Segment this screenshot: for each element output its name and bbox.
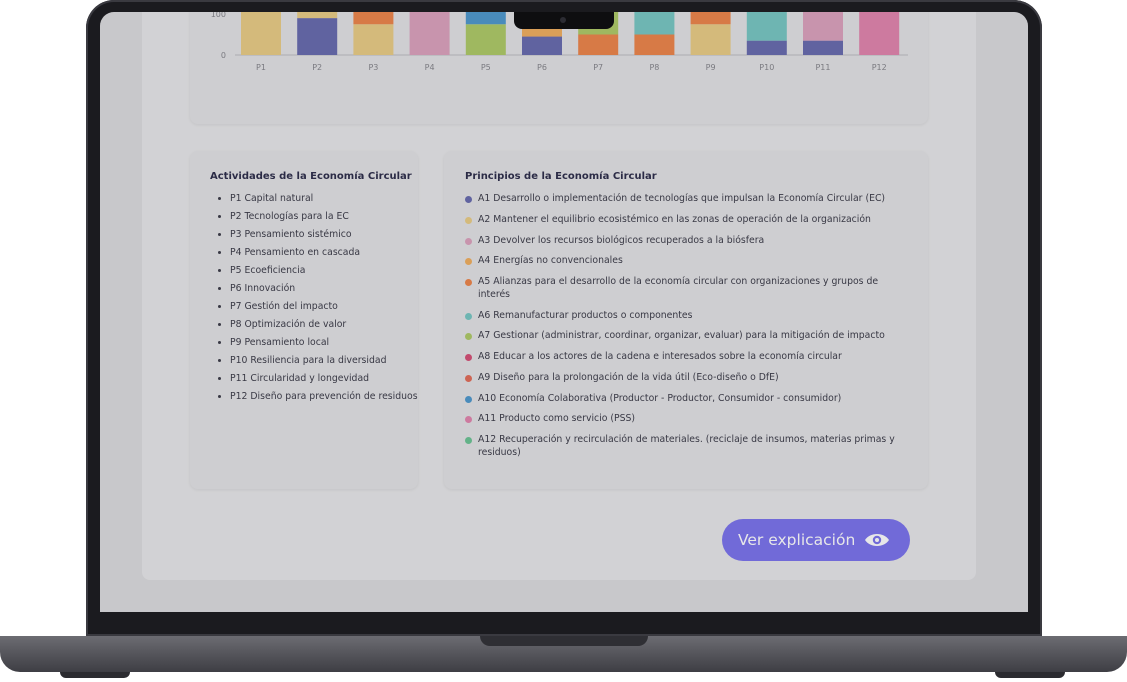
bar-segment bbox=[746, 12, 787, 41]
ver-explicacion-button[interactable]: Ver explicación bbox=[722, 519, 910, 561]
principle-item: A10 Economía Colaborativa (Productor - P… bbox=[465, 393, 908, 406]
activity-item: P4 Pensamiento en cascada bbox=[230, 247, 418, 259]
button-label: Ver explicación bbox=[738, 531, 856, 549]
activity-item: P3 Pensamiento sistémico bbox=[230, 229, 418, 241]
activity-item: P7 Gestión del impacto bbox=[230, 301, 418, 313]
principle-label: A9 Diseño para la prolongación de la vid… bbox=[478, 371, 779, 383]
x-tick-label: P10 bbox=[759, 63, 774, 72]
principle-label: A6 Remanufacturar productos o componente… bbox=[478, 309, 693, 321]
legend-dot bbox=[465, 374, 472, 382]
activity-item: P6 Innovación bbox=[230, 283, 418, 295]
bar-segment bbox=[297, 18, 338, 55]
legend-dot bbox=[465, 196, 472, 203]
principle-item: A5 Alianzas para el desarrollo de la eco… bbox=[465, 276, 908, 301]
principle-item: A2 Mantener el equilibrio ecosistémico e… bbox=[465, 214, 908, 227]
x-tick-label: P3 bbox=[368, 63, 378, 72]
bar-segment bbox=[634, 34, 675, 55]
camera-notch bbox=[514, 12, 614, 29]
bar-segment bbox=[241, 12, 281, 55]
principle-label: A12 Recuperación y recirculación de mate… bbox=[478, 434, 895, 458]
bar-segment bbox=[465, 12, 506, 25]
activity-item: P2 Tecnologías para la EC bbox=[230, 211, 418, 223]
y-tick-label: 100 bbox=[211, 12, 226, 19]
principle-label: A8 Educar a los actores de la cadena e i… bbox=[478, 351, 842, 363]
x-tick-label: P11 bbox=[815, 63, 830, 72]
x-tick-label: P7 bbox=[593, 63, 603, 72]
x-axis-labels: P1 P2 P3 P4 P5 P6 P7 P8 P9 P10 P11 P12 bbox=[256, 63, 887, 72]
eye-icon bbox=[865, 534, 890, 546]
bar-segment bbox=[409, 12, 450, 55]
principle-label: A5 Alianzas para el desarrollo de la eco… bbox=[478, 276, 879, 300]
principles-title: Principios de la Economía Circular bbox=[465, 171, 657, 182]
principle-item: A6 Remanufacturar productos o componente… bbox=[465, 310, 908, 323]
principles-card: Principios de la Economía Circular A1 De… bbox=[444, 151, 928, 489]
activity-item: P5 Ecoeficiencia bbox=[230, 265, 418, 277]
principle-item: A4 Energías no convencionales bbox=[465, 255, 908, 268]
bar-segment bbox=[522, 36, 562, 55]
legend-dot bbox=[465, 258, 472, 266]
principle-item: A12 Recuperación y recirculación de mate… bbox=[465, 434, 908, 459]
activity-item: P11 Circularidad y longevidad bbox=[230, 373, 418, 385]
bar-segment bbox=[353, 24, 394, 55]
bar-segment bbox=[578, 34, 619, 55]
principles-list: A1 Desarrollo o implementación de tecnol… bbox=[465, 193, 908, 459]
y-tick-label: 0 bbox=[221, 51, 226, 60]
x-tick-label: P9 bbox=[706, 63, 716, 72]
activity-item: P12 Diseño para prevención de residuos bbox=[230, 391, 418, 403]
principle-item: A8 Educar a los actores de la cadena e i… bbox=[465, 351, 908, 364]
bar-segment bbox=[803, 12, 843, 41]
x-tick-label: P4 bbox=[425, 63, 435, 72]
activity-item: P8 Optimización de valor bbox=[230, 319, 418, 331]
legend-dot bbox=[465, 279, 472, 287]
principle-item: A3 Devolver los recursos biológicos recu… bbox=[465, 235, 908, 248]
legend-dot bbox=[465, 416, 472, 424]
principle-label: A11 Producto como servicio (PSS) bbox=[478, 413, 636, 425]
bar-segment bbox=[746, 40, 787, 55]
legend-dot bbox=[465, 354, 472, 362]
activity-item: P9 Pensamiento local bbox=[230, 337, 418, 349]
principle-label: A10 Economía Colaborativa (Productor - P… bbox=[478, 392, 842, 404]
legend-dot bbox=[465, 333, 472, 341]
activity-item: P10 Resiliencia para la diversidad bbox=[230, 355, 418, 367]
activities-title: Actividades de la Economía Circular bbox=[210, 171, 412, 182]
x-tick-label: P12 bbox=[872, 63, 887, 72]
screen: 100 0 P1 P2 P3 P4 P5 P6 P7 P8 P9 P10 P11 P12 Activi… bbox=[100, 12, 1028, 612]
bar-segment bbox=[690, 24, 731, 55]
x-tick-label: P2 bbox=[312, 63, 322, 72]
legend-dot bbox=[465, 437, 472, 445]
bar-segment bbox=[803, 40, 843, 55]
camera-icon bbox=[560, 17, 566, 23]
legend-dot bbox=[465, 395, 472, 403]
foot-left bbox=[60, 672, 130, 678]
principle-item: A11 Producto como servicio (PSS) bbox=[465, 413, 908, 426]
bar-segment bbox=[859, 12, 900, 55]
bar-segment bbox=[690, 12, 731, 25]
bar-segment bbox=[297, 12, 338, 19]
x-tick-label: P8 bbox=[649, 63, 659, 72]
principle-label: A3 Devolver los recursos biológicos recu… bbox=[478, 234, 765, 246]
x-tick-label: P6 bbox=[537, 63, 547, 72]
bar-segment bbox=[353, 12, 394, 25]
principle-label: A7 Gestionar (administrar, coordinar, or… bbox=[478, 330, 885, 342]
legend-dot bbox=[465, 237, 472, 245]
trackpad-notch bbox=[480, 636, 648, 646]
principle-label: A4 Energías no convencionales bbox=[478, 255, 623, 267]
bar-segment bbox=[465, 24, 506, 55]
foot-right bbox=[995, 672, 1065, 678]
principle-label: A1 Desarrollo o implementación de tecnol… bbox=[478, 193, 886, 204]
principle-label: A2 Mantener el equilibrio ecosistémico e… bbox=[478, 213, 871, 225]
principle-item: A9 Diseño para la prolongación de la vid… bbox=[465, 372, 908, 385]
activities-list: P1 Capital natural P2 Tecnologías para la… bbox=[210, 193, 418, 403]
legend-dot bbox=[465, 312, 472, 320]
x-tick-label: P5 bbox=[481, 63, 491, 72]
legend-dot bbox=[465, 216, 472, 224]
principle-item: A7 Gestionar (administrar, coordinar, or… bbox=[465, 330, 908, 343]
principle-item: A1 Desarrollo o implementación de tecnol… bbox=[465, 193, 908, 206]
activity-item: P1 Capital natural bbox=[230, 193, 418, 205]
activities-card: Actividades de la Economía Circular P1 C… bbox=[190, 151, 418, 489]
bar-segment bbox=[634, 12, 675, 35]
x-tick-label: P1 bbox=[256, 63, 266, 72]
